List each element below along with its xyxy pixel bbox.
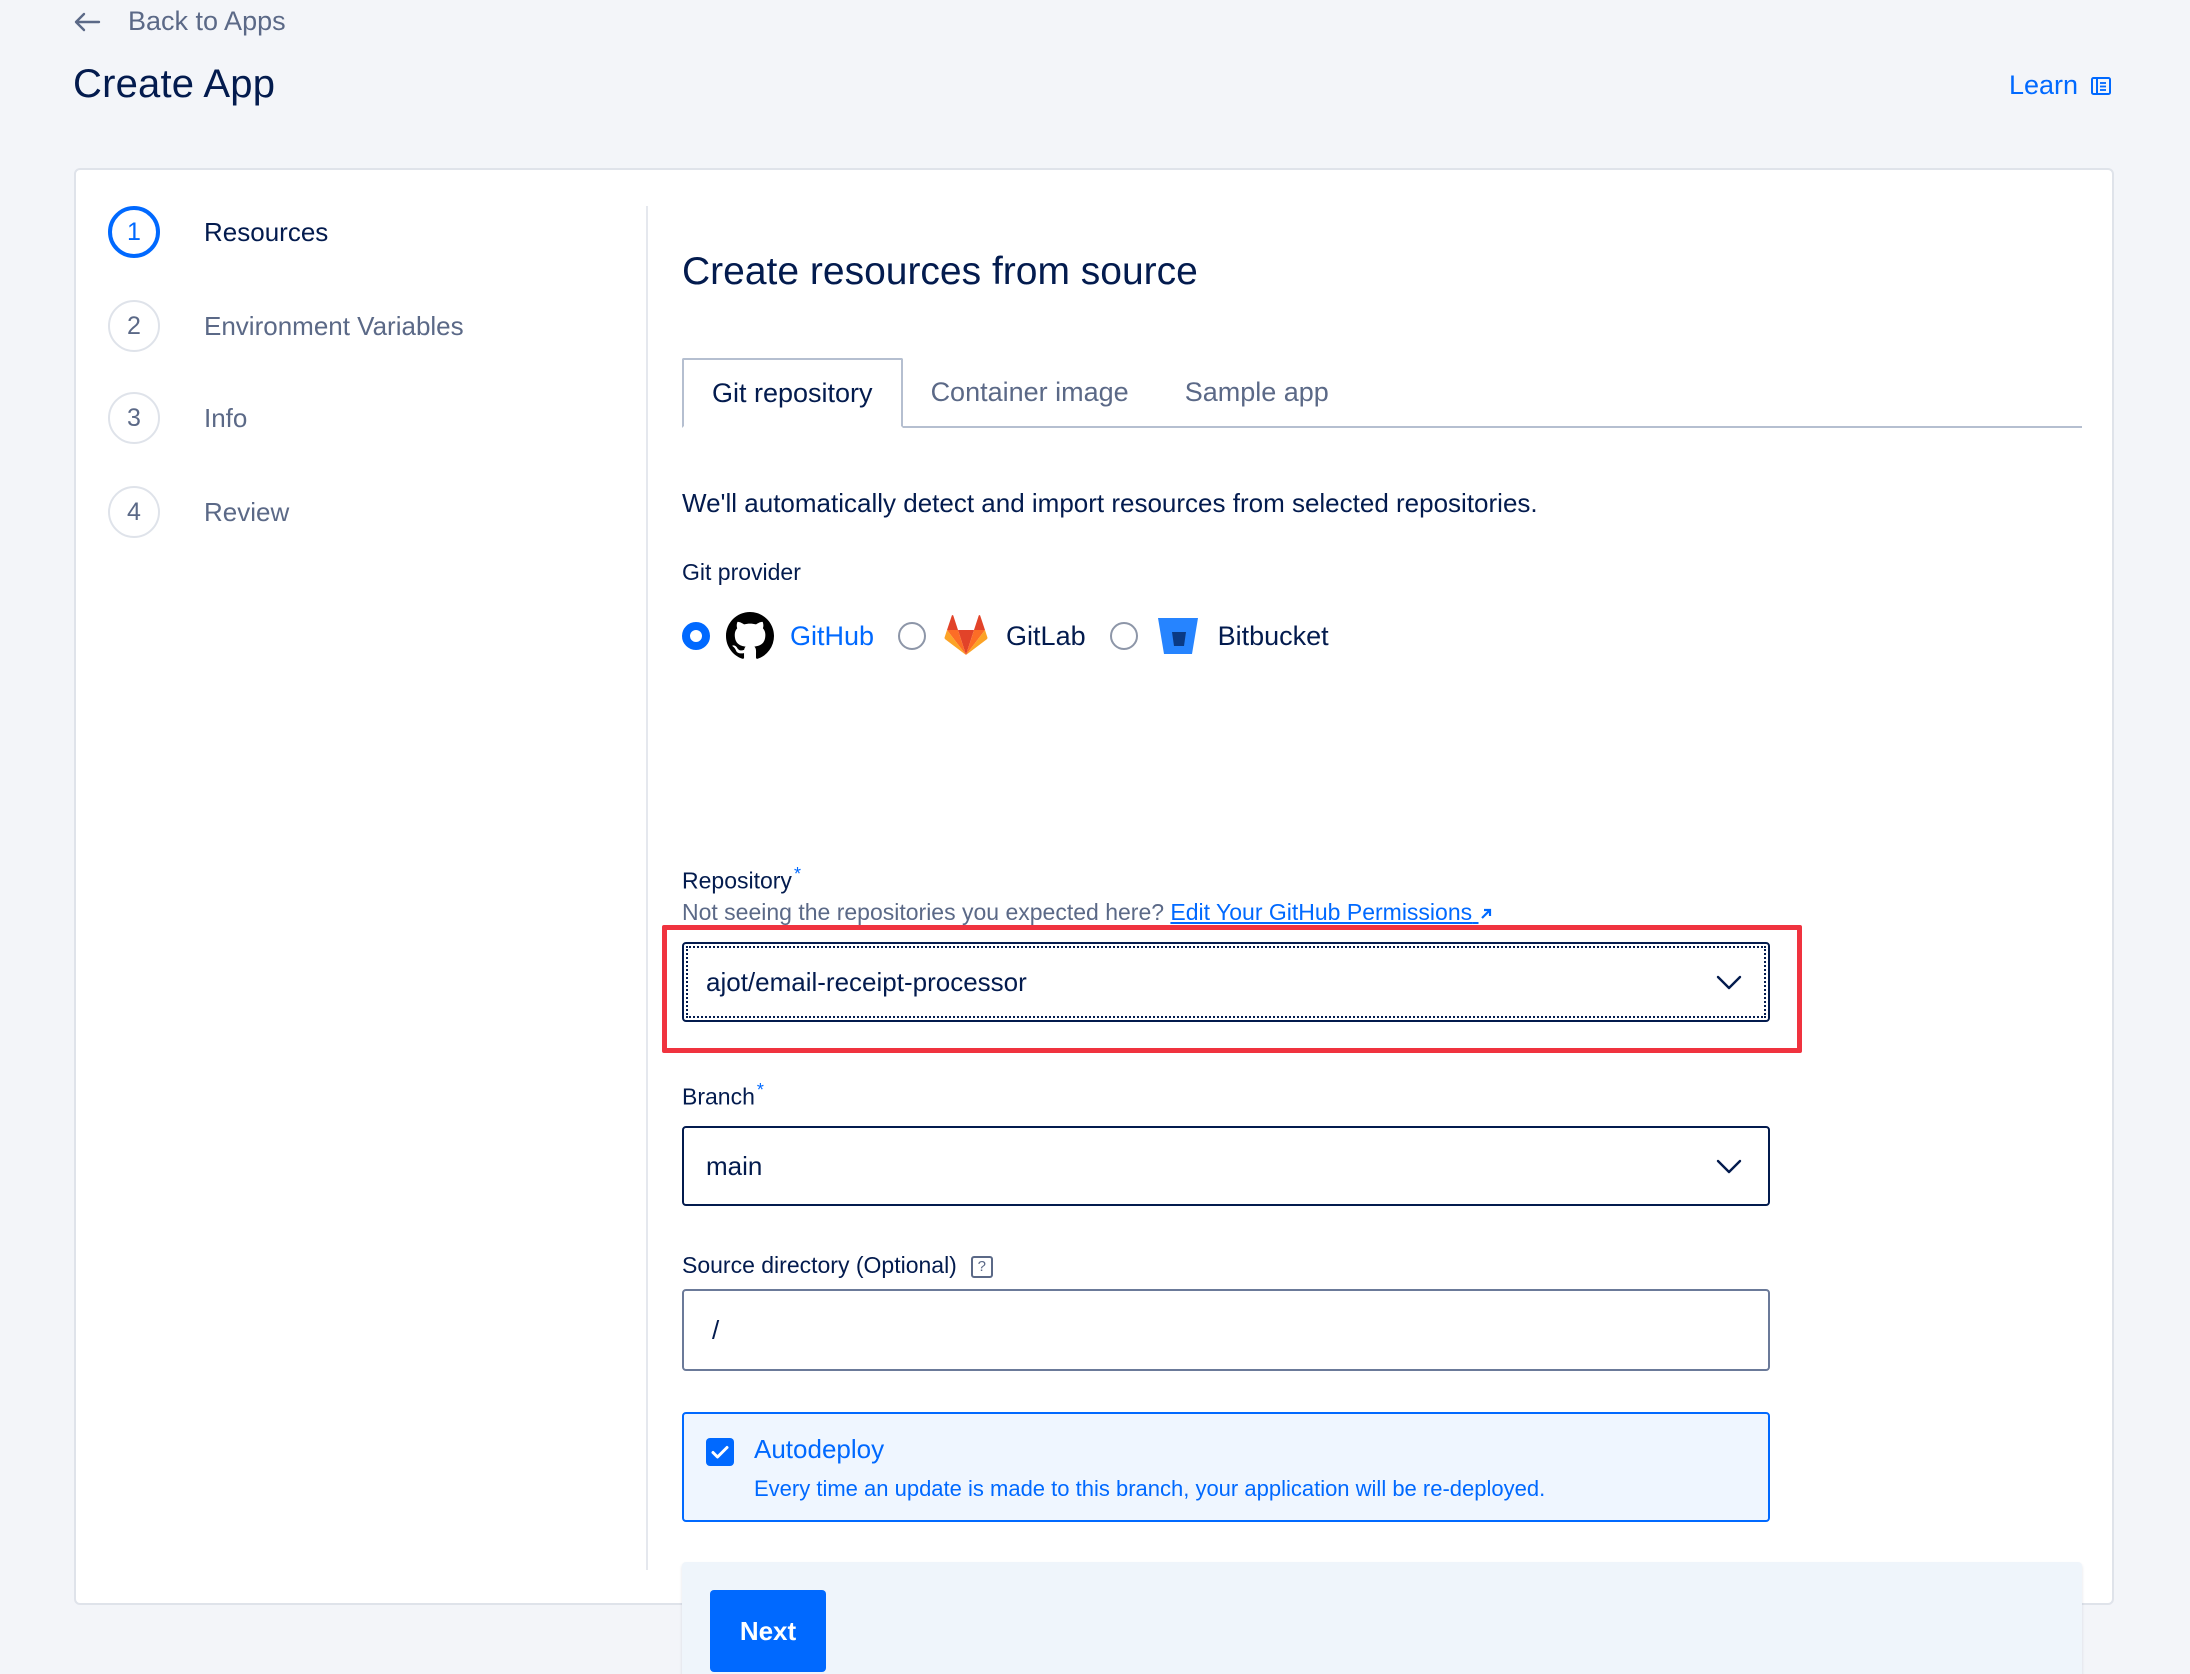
- external-link-icon: [1480, 908, 1491, 919]
- repository-help-text: Not seeing the repositories you expected…: [682, 899, 1493, 926]
- help-link-label: Edit Your GitHub Permissions: [1170, 899, 1473, 925]
- source-directory-label: Source directory (Optional)?: [682, 1252, 993, 1279]
- page-title: Create App: [73, 62, 276, 106]
- step-label: Environment Variables: [204, 310, 464, 341]
- step-number: 2: [108, 300, 160, 352]
- source-tabs: Git repository Container image Sample ap…: [682, 358, 2082, 428]
- branch-select-value: main: [706, 1150, 763, 1181]
- repository-label: Repository *: [682, 864, 801, 895]
- next-button[interactable]: Next: [710, 1590, 826, 1672]
- provider-name: Bitbucket: [1217, 620, 1329, 651]
- autodeploy-checkbox[interactable]: [706, 1438, 734, 1466]
- learn-link[interactable]: Learn: [2009, 70, 2112, 101]
- step-number: 4: [108, 486, 160, 538]
- learn-label: Learn: [2008, 70, 2078, 100]
- help-question-icon[interactable]: ?: [970, 1255, 993, 1278]
- required-mark: *: [756, 1080, 764, 1100]
- back-to-apps-link[interactable]: Back to Apps: [72, 6, 286, 37]
- step-label: Resources: [204, 216, 329, 247]
- chevron-down-icon: [1716, 975, 1742, 990]
- repository-label-text: Repository: [682, 867, 792, 894]
- git-provider-label: Git provider: [682, 559, 801, 585]
- step-number: 3: [108, 392, 160, 444]
- section-title: Create resources from source: [682, 250, 1198, 293]
- repository-select-value: ajot/email-receipt-processor: [706, 966, 1027, 997]
- vertical-divider: [646, 206, 648, 1570]
- book-icon: [2091, 76, 2111, 95]
- provider-name: GitLab: [1006, 620, 1086, 651]
- footer-bar: Next: [682, 1562, 2082, 1674]
- step-info[interactable]: 3 Info: [108, 392, 247, 444]
- branch-select[interactable]: main: [682, 1126, 1770, 1206]
- source-directory-input[interactable]: [682, 1289, 1770, 1371]
- github-icon: [726, 612, 774, 659]
- step-review[interactable]: 4 Review: [108, 486, 289, 538]
- repository-select[interactable]: ajot/email-receipt-processor: [682, 942, 1770, 1022]
- github-radio[interactable]: [682, 622, 710, 650]
- provider-name: GitHub: [790, 620, 875, 651]
- step-label: Review: [204, 496, 290, 527]
- bitbucket-icon: [1157, 618, 1198, 654]
- provider-bitbucket[interactable]: Bitbucket: [1109, 612, 1329, 660]
- branch-label-text: Branch: [682, 1083, 755, 1110]
- create-app-card: 1 Resources 2 Environment Variables 3 In…: [74, 168, 2114, 1674]
- source-directory-label-text: Source directory (Optional): [682, 1252, 957, 1278]
- step-label: Info: [204, 402, 248, 433]
- tab-container-image[interactable]: Container image: [903, 358, 1157, 426]
- arrow-left-icon: [74, 12, 101, 31]
- gitlab-icon: [944, 615, 988, 655]
- gitlab-radio[interactable]: [898, 622, 927, 650]
- required-mark: *: [793, 864, 801, 884]
- autodeploy-description: Every time an update is made to this bra…: [754, 1476, 1546, 1501]
- step-environment-variables[interactable]: 2 Environment Variables: [108, 300, 464, 352]
- bitbucket-radio[interactable]: [1109, 622, 1138, 650]
- chevron-down-icon: [1716, 1159, 1742, 1174]
- edit-github-permissions-link[interactable]: Edit Your GitHub Permissions: [1170, 899, 1492, 925]
- step-number: 1: [108, 206, 160, 258]
- provider-github[interactable]: GitHub: [682, 612, 874, 660]
- autodeploy-option[interactable]: Autodeploy Every time an update is made …: [682, 1412, 1770, 1522]
- checkmark-icon: [711, 1446, 729, 1459]
- tab-sample-app[interactable]: Sample app: [1157, 358, 1357, 426]
- provider-gitlab[interactable]: GitLab: [898, 612, 1086, 660]
- tab-git-repository[interactable]: Git repository: [682, 358, 903, 428]
- step-resources[interactable]: 1 Resources: [108, 206, 328, 258]
- branch-label: Branch *: [682, 1080, 764, 1111]
- autodeploy-title: Autodeploy: [754, 1434, 885, 1464]
- intro-text: We'll automatically detect and import re…: [682, 488, 1538, 518]
- git-provider-group: GitHub GitLab Bitbucket: [682, 606, 1353, 666]
- back-to-apps-label: Back to Apps: [128, 6, 286, 36]
- help-text-body: Not seeing the repositories you expected…: [682, 899, 1165, 925]
